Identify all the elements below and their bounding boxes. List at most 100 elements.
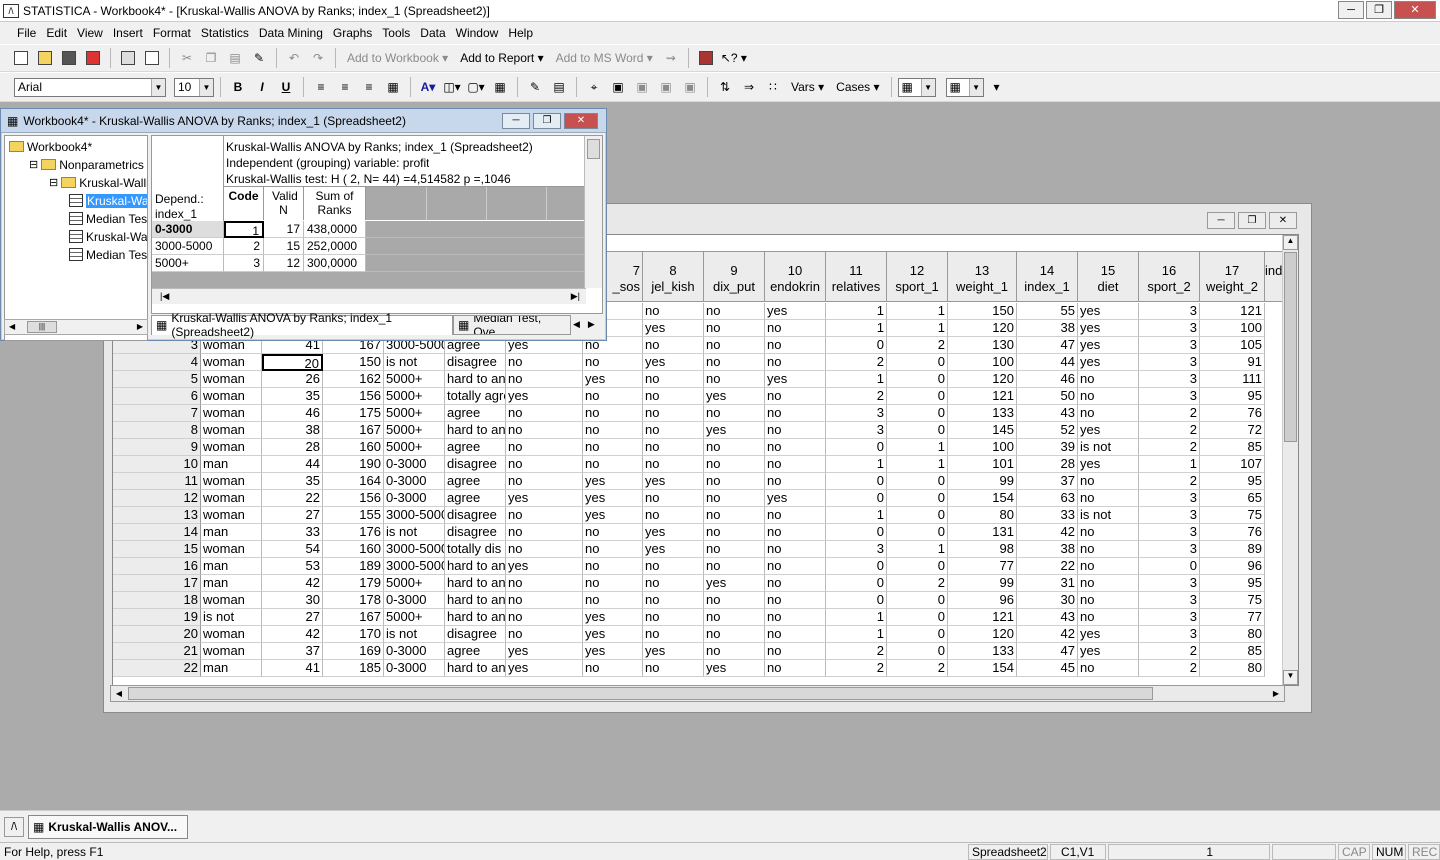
table-cell[interactable]: hard to ans xyxy=(445,558,506,575)
table-cell[interactable]: 26 xyxy=(262,371,323,388)
menu-format[interactable]: Format xyxy=(148,26,196,40)
collapse-icon[interactable]: ⊟ xyxy=(29,158,38,171)
table-cell[interactable]: 0 xyxy=(887,371,948,388)
table-cell[interactable]: 3 xyxy=(826,541,887,558)
table-cell[interactable]: man xyxy=(201,558,262,575)
fill-color-icon[interactable]: ◫▾ xyxy=(441,76,463,98)
sum-ranks-cell[interactable]: 300,0000 xyxy=(304,255,366,272)
table-cell[interactable]: yes xyxy=(506,490,583,507)
table-cell[interactable]: 131 xyxy=(948,524,1017,541)
table-cell[interactable]: 95 xyxy=(1200,575,1265,592)
book-icon[interactable] xyxy=(695,47,717,69)
table-cell[interactable]: 0 xyxy=(826,558,887,575)
table-cell[interactable]: 44 xyxy=(1017,354,1078,371)
code-cell[interactable]: 1 xyxy=(224,221,264,238)
table-cell[interactable]: 3 xyxy=(826,405,887,422)
random-icon[interactable]: ∷ xyxy=(762,76,784,98)
table-cell[interactable]: 2 xyxy=(826,643,887,660)
redo-icon[interactable]: ↷ xyxy=(307,47,329,69)
table-cell[interactable]: no xyxy=(506,422,583,439)
weight-condition-icon[interactable]: ▦ ▼ xyxy=(945,77,984,97)
save-icon[interactable] xyxy=(58,47,80,69)
table-cell[interactable]: 55 xyxy=(1017,303,1078,320)
table-cell[interactable]: 2 xyxy=(887,660,948,677)
table-cell[interactable]: no xyxy=(765,320,826,337)
frame-icon[interactable]: ⌖ xyxy=(583,76,605,98)
table-cell[interactable]: 145 xyxy=(948,422,1017,439)
table-cell[interactable]: is not xyxy=(384,524,445,541)
table-cell[interactable]: 3 xyxy=(1139,524,1200,541)
table-cell[interactable]: 2 xyxy=(887,337,948,354)
tree-node[interactable]: Kruskal-Wal xyxy=(69,228,147,245)
table-cell[interactable]: agree xyxy=(445,473,506,490)
table-cell[interactable]: no xyxy=(643,422,704,439)
table-cell[interactable]: 1 xyxy=(887,303,948,320)
minimize-icon[interactable]: ─ xyxy=(1207,212,1235,229)
table-cell[interactable]: 100 xyxy=(1200,320,1265,337)
table-cell[interactable]: 37 xyxy=(1017,473,1078,490)
table-cell[interactable]: yes xyxy=(704,388,765,405)
export-icon[interactable]: ▣ xyxy=(631,76,653,98)
table-cell[interactable]: no xyxy=(506,592,583,609)
table-cell[interactable]: 190 xyxy=(323,456,384,473)
table-cell[interactable]: 2 xyxy=(1139,405,1200,422)
table-cell[interactable]: yes xyxy=(1078,354,1139,371)
replace-icon[interactable]: ⇒ xyxy=(738,76,760,98)
table-cell[interactable]: 5000+ xyxy=(384,422,445,439)
menu-help[interactable]: Help xyxy=(503,26,538,40)
table-cell[interactable]: 20 xyxy=(262,354,323,371)
ps-icon[interactable]: ▣ xyxy=(655,76,677,98)
table-cell[interactable]: 133 xyxy=(948,405,1017,422)
table-cell[interactable]: 0 xyxy=(887,490,948,507)
table-cell[interactable]: 0 xyxy=(826,473,887,490)
table-cell[interactable]: 0 xyxy=(826,592,887,609)
table-cell[interactable]: 3 xyxy=(1139,575,1200,592)
table-cell[interactable]: 5000+ xyxy=(384,439,445,456)
tree-node[interactable]: Workbook4* xyxy=(9,138,92,155)
table-cell[interactable]: agree xyxy=(445,643,506,660)
table-cell[interactable]: 43 xyxy=(1017,405,1078,422)
table-cell[interactable]: yes xyxy=(583,490,643,507)
table-cell[interactable]: no xyxy=(765,439,826,456)
table-cell[interactable]: no xyxy=(643,592,704,609)
column-header-diet[interactable]: 15 diet xyxy=(1078,252,1139,302)
table-cell[interactable]: 2 xyxy=(1139,439,1200,456)
table-cell[interactable]: disagree xyxy=(445,524,506,541)
table-cell[interactable]: 38 xyxy=(1017,320,1078,337)
paste-icon[interactable]: ▤ xyxy=(224,47,246,69)
table-cell[interactable]: woman xyxy=(201,592,262,609)
table-cell[interactable]: 27 xyxy=(262,609,323,626)
table-cell[interactable]: 95 xyxy=(1200,388,1265,405)
table-cell[interactable]: 1 xyxy=(826,320,887,337)
table-cell[interactable]: 2 xyxy=(1139,643,1200,660)
table-cell[interactable]: 5000+ xyxy=(384,371,445,388)
menu-data-mining[interactable]: Data Mining xyxy=(254,26,328,40)
table-cell[interactable]: 167 xyxy=(323,422,384,439)
link-icon[interactable]: ⇝ xyxy=(660,47,682,69)
table-cell[interactable]: 154 xyxy=(948,490,1017,507)
table-cell[interactable]: 0 xyxy=(887,592,948,609)
column-header-sport_2[interactable]: 16 sport_2 xyxy=(1139,252,1200,302)
image-icon[interactable]: ▣ xyxy=(607,76,629,98)
table-cell[interactable]: 35 xyxy=(262,473,323,490)
table-cell[interactable]: no xyxy=(704,320,765,337)
table-cell[interactable]: 1 xyxy=(826,371,887,388)
column-header-dix_put[interactable]: 9 dix_put xyxy=(704,252,765,302)
table-cell[interactable]: no xyxy=(1078,592,1139,609)
tab-kruskal-wallis[interactable]: ▦ Kruskal-Wallis ANOVA by Ranks; index_1… xyxy=(151,311,453,339)
fit-icon[interactable]: ▤ xyxy=(548,76,570,98)
table-cell[interactable]: no xyxy=(506,524,583,541)
table-cell[interactable]: no xyxy=(1078,575,1139,592)
underline-button[interactable]: U xyxy=(275,76,297,98)
grid-icon[interactable]: ▦ xyxy=(489,76,511,98)
column-header-sport_1[interactable]: 12 sport_1 xyxy=(887,252,948,302)
table-cell[interactable]: 100 xyxy=(948,439,1017,456)
table-cell[interactable]: woman xyxy=(201,371,262,388)
menu-edit[interactable]: Edit xyxy=(41,26,72,40)
menu-data[interactable]: Data xyxy=(415,26,450,40)
table-cell[interactable]: 121 xyxy=(948,609,1017,626)
restore-icon[interactable]: ❐ xyxy=(1238,212,1266,229)
table-cell[interactable]: no xyxy=(765,660,826,677)
table-cell[interactable]: no xyxy=(643,558,704,575)
table-cell[interactable]: no xyxy=(506,439,583,456)
